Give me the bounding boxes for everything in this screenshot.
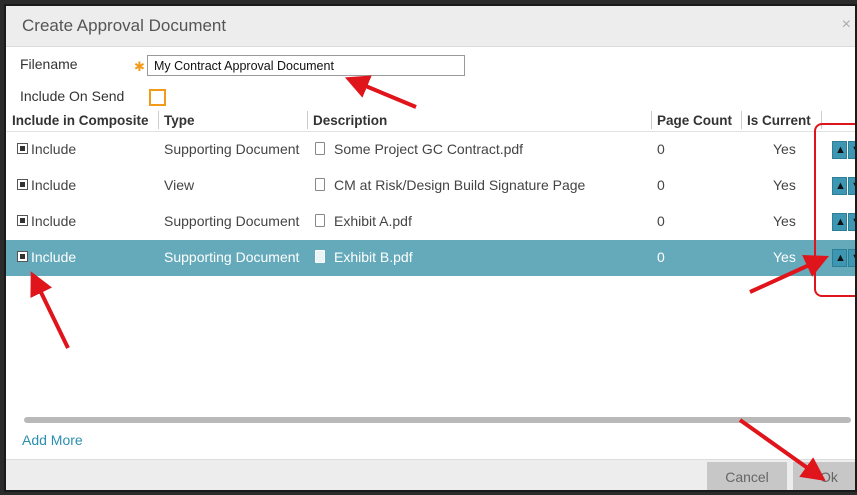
arrow-to-reorder-icon bbox=[749, 255, 829, 294]
arrow-to-filename-icon bbox=[344, 75, 417, 109]
arrow-to-ok-icon bbox=[738, 418, 826, 481]
create-approval-document-dialog: Create Approval Document × Filename ✱ In… bbox=[4, 4, 857, 492]
annotation-arrows bbox=[30, 75, 829, 481]
arrow-to-checkbox-icon bbox=[30, 271, 70, 349]
